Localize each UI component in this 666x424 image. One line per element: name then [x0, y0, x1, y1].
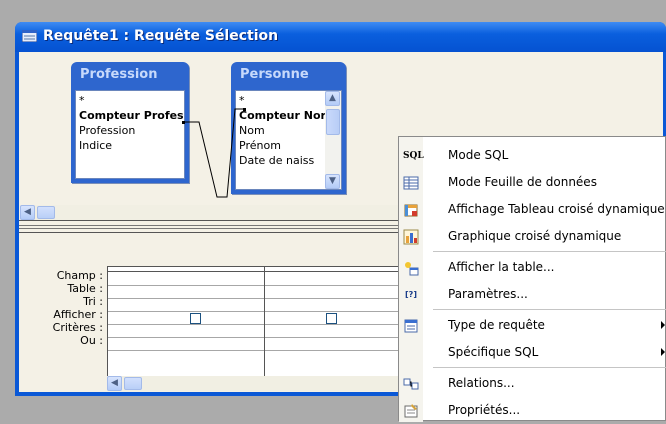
menu-item-label: Affichage Tableau croisé dynamique [448, 202, 665, 216]
pivot-chart-icon [403, 229, 419, 245]
sql-icon: SQL [403, 151, 424, 161]
scroll-thumb[interactable] [124, 377, 142, 390]
menu-item-label: Type de requête [448, 318, 545, 332]
menu-item-label: Afficher la table... [448, 260, 555, 274]
menu-item-label: Graphique croisé dynamique [448, 229, 622, 243]
row-label-or: Ou : [80, 334, 103, 347]
menu-item-show-table[interactable]: Afficher la table... [399, 254, 666, 281]
row-label-sort: Tri : [83, 295, 103, 308]
window-title: Requête1 : Requête Sélection [43, 28, 279, 44]
relationships-icon [403, 378, 419, 390]
scroll-thumb[interactable] [37, 206, 55, 219]
menu-item-sql-specific[interactable]: Spécifique SQL [399, 339, 666, 366]
parameters-icon: [?] [405, 290, 417, 299]
menu-item-label: Paramètres... [448, 287, 528, 301]
menu-item-sql-view[interactable]: SQL Mode SQL [399, 142, 666, 169]
menu-item-pivot-table[interactable]: Affichage Tableau croisé dynamique [399, 196, 666, 223]
menu-item-label: Relations... [448, 376, 515, 390]
datasheet-icon [403, 176, 419, 190]
query-type-icon [404, 319, 418, 333]
menu-item-parameters[interactable]: [?] Paramètres... [399, 281, 666, 308]
menu-item-properties[interactable]: Propriétés... [399, 397, 666, 424]
pivot-table-icon [404, 204, 418, 217]
menu-item-label: Mode SQL [448, 148, 509, 162]
menu-item-label: Spécifique SQL [448, 345, 539, 359]
menu-item-label: Propriétés... [448, 403, 521, 417]
properties-icon [404, 404, 418, 418]
menu-item-pivot-chart[interactable]: Graphique croisé dynamique [399, 223, 666, 250]
query-window-icon [22, 30, 37, 42]
menu-separator [433, 251, 666, 252]
menu-separator [433, 309, 666, 310]
submenu-arrow-icon [661, 348, 665, 356]
menu-item-label: Mode Feuille de données [448, 175, 597, 189]
scroll-left-icon[interactable]: ◀ [20, 205, 35, 220]
menu-separator [433, 367, 666, 368]
show-checkbox[interactable] [190, 313, 201, 324]
row-label-field: Champ : [56, 269, 103, 282]
scroll-left-icon[interactable]: ◀ [107, 376, 122, 391]
row-label-criteria: Critères : [52, 321, 103, 334]
show-checkbox[interactable] [326, 313, 337, 324]
title-bar[interactable]: Requête1 : Requête Sélection [15, 22, 666, 52]
context-menu[interactable]: SQL Mode SQL Mode Feuille de données Aff… [398, 136, 666, 424]
menu-item-datasheet-view[interactable]: Mode Feuille de données [399, 169, 666, 196]
show-table-icon [405, 262, 419, 276]
menu-item-query-type[interactable]: Type de requête [399, 312, 666, 339]
submenu-arrow-icon [661, 321, 665, 329]
row-label-show: Afficher : [53, 308, 103, 321]
row-label-table: Table : [67, 282, 103, 295]
menu-item-relationships[interactable]: Relations... [399, 370, 666, 397]
